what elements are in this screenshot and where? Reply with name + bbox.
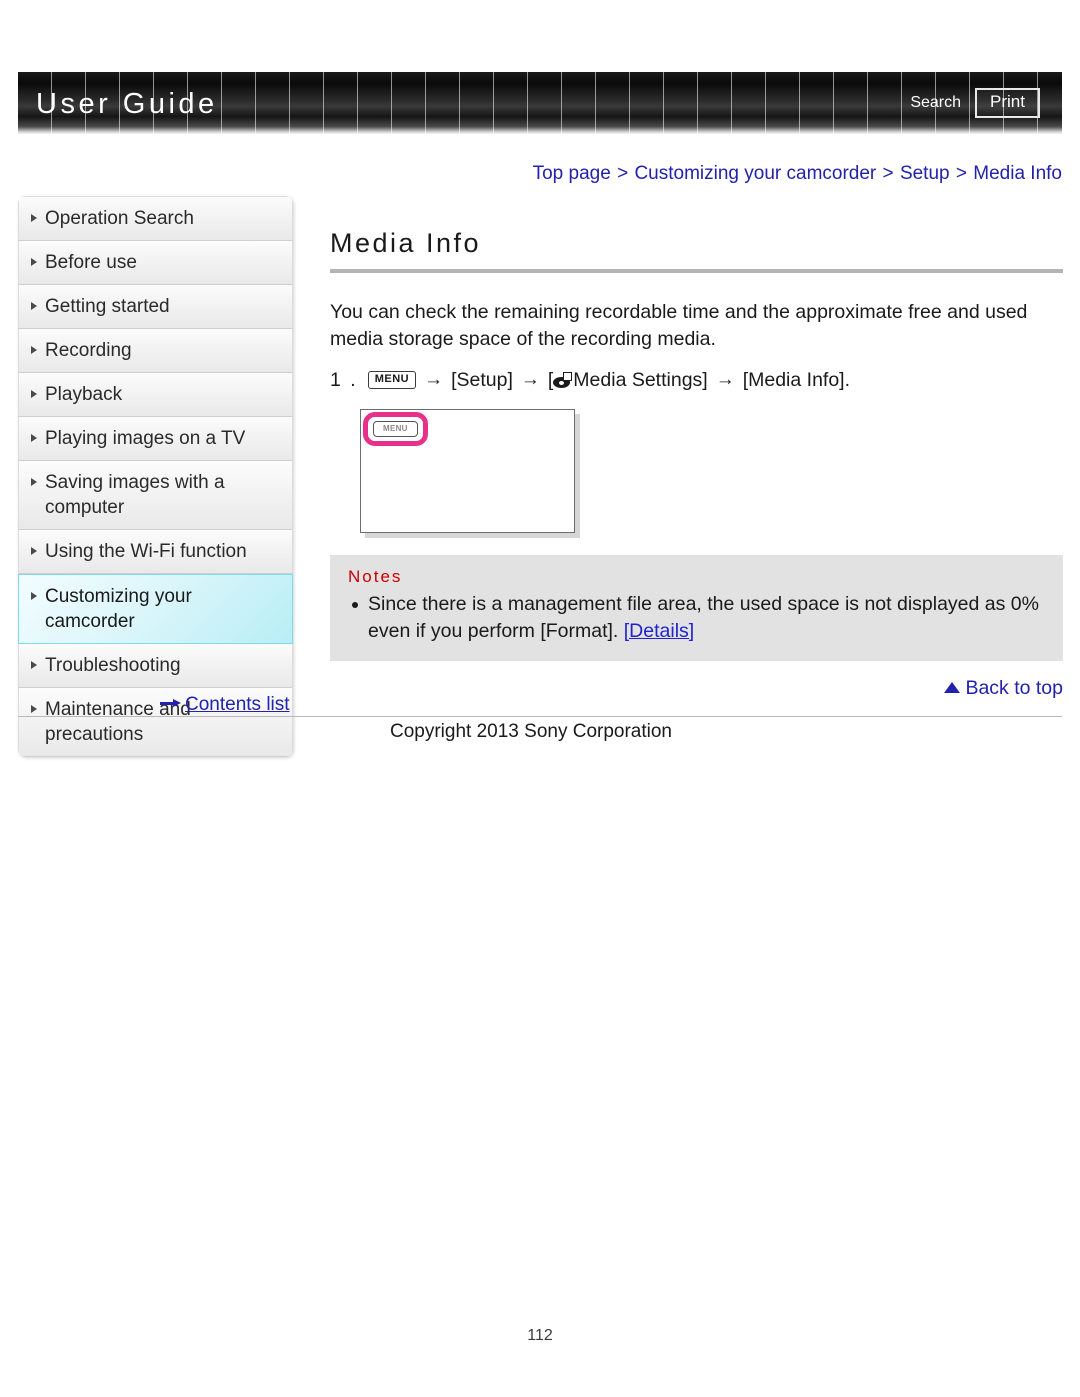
notes-title: Notes	[348, 567, 403, 586]
sidebar-item-label: Operation Search	[45, 208, 194, 229]
contents-list-link[interactable]: Contents list	[160, 694, 290, 716]
triangle-bullet-icon	[31, 478, 37, 486]
menu-button-icon: MENU	[367, 371, 417, 389]
note-text: Since there is a management file area, t…	[368, 593, 1039, 642]
sidebar-item-playback[interactable]: Playback	[18, 373, 293, 417]
step-part-media-settings: Media Settings]	[573, 369, 708, 391]
arrow-icon: →	[424, 369, 444, 390]
breadcrumb-separator: >	[617, 163, 629, 184]
print-button[interactable]: Print	[975, 88, 1040, 118]
sidebar-item-playing-images-on-a-tv[interactable]: Playing images on a TV	[18, 417, 293, 461]
breadcrumb-item-top-page[interactable]: Top page	[533, 163, 611, 184]
main-content: Media Info You can check the remaining r…	[330, 228, 1063, 700]
copyright-text: Copyright 2013 Sony Corporation	[390, 721, 673, 742]
breadcrumb-separator: >	[882, 163, 894, 184]
back-to-top[interactable]: Back to top	[330, 677, 1063, 700]
triangle-bullet-icon	[31, 661, 37, 669]
arrow-icon: →	[715, 369, 735, 390]
sidebar-item-label: Troubleshooting	[45, 655, 181, 676]
triangle-bullet-icon	[31, 258, 37, 266]
screen-menu-button-icon: MENU	[373, 421, 418, 437]
step-part-setup: [Setup]	[451, 369, 513, 391]
sidebar-item-label: Getting started	[45, 296, 170, 317]
header-banner: User Guide Search Print	[18, 72, 1062, 134]
breadcrumb-item-customizing-your-camcorder[interactable]: Customizing your camcorder	[634, 163, 876, 184]
triangle-bullet-icon	[31, 346, 37, 354]
search-button[interactable]: Search	[910, 94, 961, 112]
sidebar-item-before-use[interactable]: Before use	[18, 241, 293, 285]
breadcrumb-item-media-info: Media Info	[973, 163, 1062, 184]
breadcrumb: Top page > Customizing your camcorder > …	[533, 163, 1062, 185]
app-title: User Guide	[36, 88, 218, 120]
arrow-right-icon	[160, 699, 182, 709]
sidebar-item-label: Before use	[45, 252, 137, 273]
breadcrumb-item-setup[interactable]: Setup	[900, 163, 950, 184]
step-part-media-info: [Media Info].	[742, 369, 851, 391]
step-number: 1 .	[330, 369, 358, 391]
sidebar-item-label: Using the Wi-Fi function	[45, 541, 247, 562]
sidebar-item-label: Saving images with a computer	[45, 472, 225, 518]
breadcrumb-separator: >	[955, 163, 967, 184]
sidebar-item-label: Playback	[45, 384, 123, 405]
sidebar-item-recording[interactable]: Recording	[18, 329, 293, 373]
back-to-top-label: Back to top	[965, 677, 1063, 699]
triangle-bullet-icon	[31, 592, 37, 600]
sidebar-item-label: Playing images on a TV	[45, 428, 246, 449]
page-title: Media Info	[330, 228, 482, 258]
triangle-up-icon	[944, 682, 961, 693]
triangle-bullet-icon	[31, 434, 37, 442]
triangle-bullet-icon	[31, 705, 37, 713]
notes-list: Since there is a management file area, t…	[348, 591, 1045, 645]
header-actions: Search Print	[910, 88, 1040, 118]
menu-button-highlight: MENU	[363, 412, 428, 446]
step-1: 1 . MENU → [Setup] → [ Media Settings] →…	[330, 365, 1063, 395]
sidebar-item-using-the-wi-fi-function[interactable]: Using the Wi-Fi function	[18, 530, 293, 574]
media-disc-icon	[553, 372, 573, 388]
triangle-bullet-icon	[31, 302, 37, 310]
intro-paragraph: You can check the remaining recordable t…	[330, 301, 1028, 350]
notes-box: Notes Since there is a management file a…	[330, 555, 1063, 661]
contents-list-label: Contents list	[185, 694, 290, 715]
sidebar-item-getting-started[interactable]: Getting started	[18, 285, 293, 329]
sidebar-item-saving-images-with-a-computer[interactable]: Saving images with a computer	[18, 461, 293, 530]
sidebar-item-operation-search[interactable]: Operation Search	[18, 196, 293, 241]
triangle-bullet-icon	[31, 390, 37, 398]
camcorder-screen-illustration: MENU	[360, 409, 575, 533]
page-number: 112	[527, 1327, 553, 1344]
sidebar-item-label: Recording	[45, 340, 132, 361]
triangle-bullet-icon	[31, 214, 37, 222]
sidebar-navigation: Operation Search Before use Getting star…	[18, 196, 293, 757]
title-divider	[330, 269, 1063, 273]
sidebar-item-troubleshooting[interactable]: Troubleshooting	[18, 644, 293, 688]
arrow-icon: →	[520, 369, 540, 390]
details-link[interactable]: [Details]	[624, 620, 694, 642]
sidebar-item-customizing-your-camcorder[interactable]: Customizing your camcorder	[18, 574, 293, 644]
footer-divider	[18, 716, 1062, 717]
triangle-bullet-icon	[31, 547, 37, 555]
note-item: Since there is a management file area, t…	[348, 591, 1045, 645]
sidebar-item-label: Customizing your camcorder	[45, 586, 192, 632]
